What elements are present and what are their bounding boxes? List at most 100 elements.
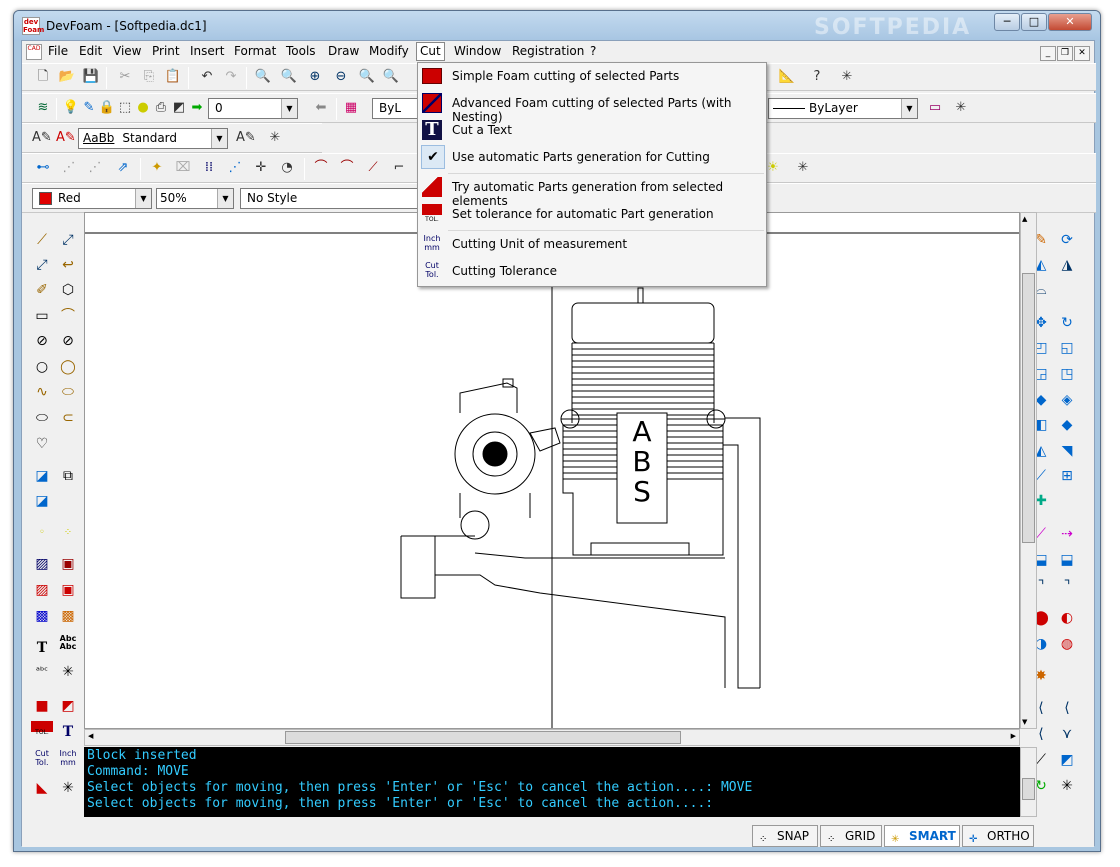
ray-tool-icon[interactable]: ⤢ [31,254,53,276]
layer-arrow-icon[interactable]: ➡ [188,99,206,117]
circle-diameter-tool-icon[interactable]: ⊘ [57,330,79,352]
ellipse2-tool-icon[interactable]: ⬭ [31,407,53,429]
arc-tool-icon[interactable]: ⌒ [57,305,79,327]
text-path-tool-icon[interactable]: ᵃᵇᶜ [31,661,53,683]
menu-view[interactable]: View [109,44,145,58]
corner-round-icon[interactable]: ⌝ [1056,575,1078,597]
line-tool-icon[interactable]: ⟋ [31,229,53,251]
align2-icon[interactable]: ◈ [1056,389,1078,411]
ellipse-tool-icon[interactable]: ⬭ [57,381,79,403]
magic-wand-icon[interactable]: ✳ [57,661,79,683]
measure-icon[interactable]: 📐 [778,68,796,86]
spline-tool-icon[interactable]: ∿ [31,381,53,403]
rotate-icon[interactable]: ↻ [1056,312,1078,334]
maximize-button[interactable]: □ [1021,13,1047,31]
back-arrow-icon[interactable]: ⬅ [312,99,330,117]
extend-icon[interactable]: ⋎ [1056,723,1078,745]
menu-draw[interactable]: Draw [324,44,363,58]
text-edit-icon[interactable]: A✎ [56,129,76,147]
layer-select[interactable]: 0 ▼ [208,98,298,119]
scroll-left-icon[interactable]: ◀ [88,732,93,740]
menu-file[interactable]: File [44,44,72,58]
linetype-select-right[interactable]: ByLayer ▼ [768,98,918,119]
zoom-in-icon[interactable]: ⊕ [306,68,324,86]
text-style-icon[interactable]: A✎ [32,129,52,147]
break-line-icon[interactable]: ⇢ [1056,523,1078,545]
scroll-up-icon[interactable]: ▲ [1022,215,1027,223]
pencil-tool-icon[interactable]: ✐ [31,279,53,301]
measure2-icon[interactable]: ◩ [1056,749,1078,771]
magic-wand-icon[interactable]: ✳ [794,159,812,177]
chamfer-icon[interactable]: ⌐ [390,159,408,177]
menu-item-try-auto-parts[interactable]: Try automatic Parts generation from sele… [418,174,766,208]
heart-tool-icon[interactable]: ♡ [31,433,53,455]
gauge-icon[interactable]: ◔ [278,159,296,177]
line-arrow-tool-icon[interactable]: ⤢ [57,229,79,251]
rectangle-tool-icon[interactable]: ▭ [31,305,53,327]
scroll-down-icon[interactable]: ▼ [1022,718,1027,726]
rectangle-icon[interactable]: ▭ [926,99,944,117]
hatch-style-select[interactable]: No Style [240,188,420,209]
layer-on-icon[interactable]: 💡 [62,99,80,117]
grid-blocks-icon[interactable]: ⊞ [1056,465,1078,487]
menu-item-auto-parts[interactable]: ✔ Use automatic Parts generation for Cut… [418,144,766,171]
drawing-canvas[interactable]: A B S [84,212,1020,729]
magic-wand-icon[interactable]: ✳ [952,99,970,117]
erase-icon[interactable]: ⌧ [174,159,192,177]
menu-item-set-tolerance[interactable]: TOL. Set tolerance for automatic Part ge… [418,201,766,228]
join2-icon[interactable]: ⟨ [1056,697,1078,719]
menu-item-cut-text[interactable]: T Cut a Text [418,117,766,144]
distribute2-icon[interactable]: ◆ [1056,414,1078,436]
subtract-icon[interactable]: ◐ [1056,607,1078,629]
ellipse-arc-tool-icon[interactable]: ⊂ [57,407,79,429]
menu-item-cutting-tolerance[interactable]: Cut Tol. Cutting Tolerance [418,258,766,285]
copy-rotate-icon[interactable]: ⟳ [1056,229,1078,251]
layer-edit-icon[interactable]: ✎ [80,99,98,117]
array-polar-icon[interactable]: ◳ [1056,363,1078,385]
grid-toggle[interactable]: ⁘ GRID [820,825,882,847]
redo-icon[interactable]: ↷ [222,68,240,86]
magic-wand-icon[interactable]: ✳ [838,68,856,86]
smart-toggle[interactable]: ✳ SMART [884,825,960,847]
circle-3p-tool-icon[interactable]: ◯ [57,356,79,378]
menu-insert[interactable]: Insert [186,44,228,58]
menu-help[interactable]: ? [586,44,600,58]
command-console[interactable]: Block inserted Command: MOVE Select object… [84,747,1020,817]
color-select[interactable]: Red ▼ [32,188,152,209]
menu-modify[interactable]: Modify [365,44,413,58]
mdi-restore-button[interactable]: ❐ [1057,46,1073,61]
menu-format[interactable]: Format [230,44,280,58]
magic-wand-icon[interactable]: ✳ [57,777,79,799]
block-insert-tool-icon[interactable]: ◪ [31,465,53,487]
menu-cut[interactable]: Cut [416,42,445,61]
new-file-icon[interactable]: 🗋 [34,68,52,86]
layers-icon[interactable]: ≋ [34,99,52,117]
tolerance-tool-icon[interactable]: TOL. [31,721,53,743]
scroll-thumb[interactable] [1022,778,1035,800]
menu-registration[interactable]: Registration [508,44,588,58]
hatch-mixed-tool-icon[interactable]: ▩ [57,605,79,627]
undo-icon[interactable]: ↶ [198,68,216,86]
block-tool-icon[interactable]: ⧉ [57,465,79,487]
zoom-all-icon[interactable]: 🔍 [358,68,376,86]
help-icon[interactable]: ? [808,68,826,86]
open-folder-icon[interactable]: 📂 [58,68,76,86]
menu-print[interactable]: Print [148,44,184,58]
minimize-button[interactable]: ─ [994,13,1020,31]
simple-cut-tool-icon[interactable]: ■ [31,695,53,717]
opacity-select[interactable]: 50% ▼ [156,188,234,209]
document-icon[interactable]: CAD [26,44,42,60]
unit-tool-icon[interactable]: Inch mm [57,749,79,771]
ortho-toggle[interactable]: ✛ ORTHO [962,825,1034,847]
skew-icon[interactable]: ◥ [1056,440,1078,462]
paste-icon[interactable]: 📋 [164,68,182,86]
multiline-text-tool-icon[interactable]: Abc Abc [57,632,79,654]
layer-color-icon[interactable]: ◩ [170,99,188,117]
save-icon[interactable]: 💾 [82,68,100,86]
layer-lock-icon[interactable]: 🔒 [98,99,116,117]
menu-item-simple-cut[interactable]: Simple Foam cutting of selected Parts [418,63,766,90]
circle-center-tool-icon[interactable]: ⊘ [31,330,53,352]
close-button[interactable]: ✕ [1048,13,1092,31]
cut-tolerance-tool-icon[interactable]: Cut Tol. [31,749,53,771]
snap-line-icon[interactable]: ⋰ [226,159,244,177]
